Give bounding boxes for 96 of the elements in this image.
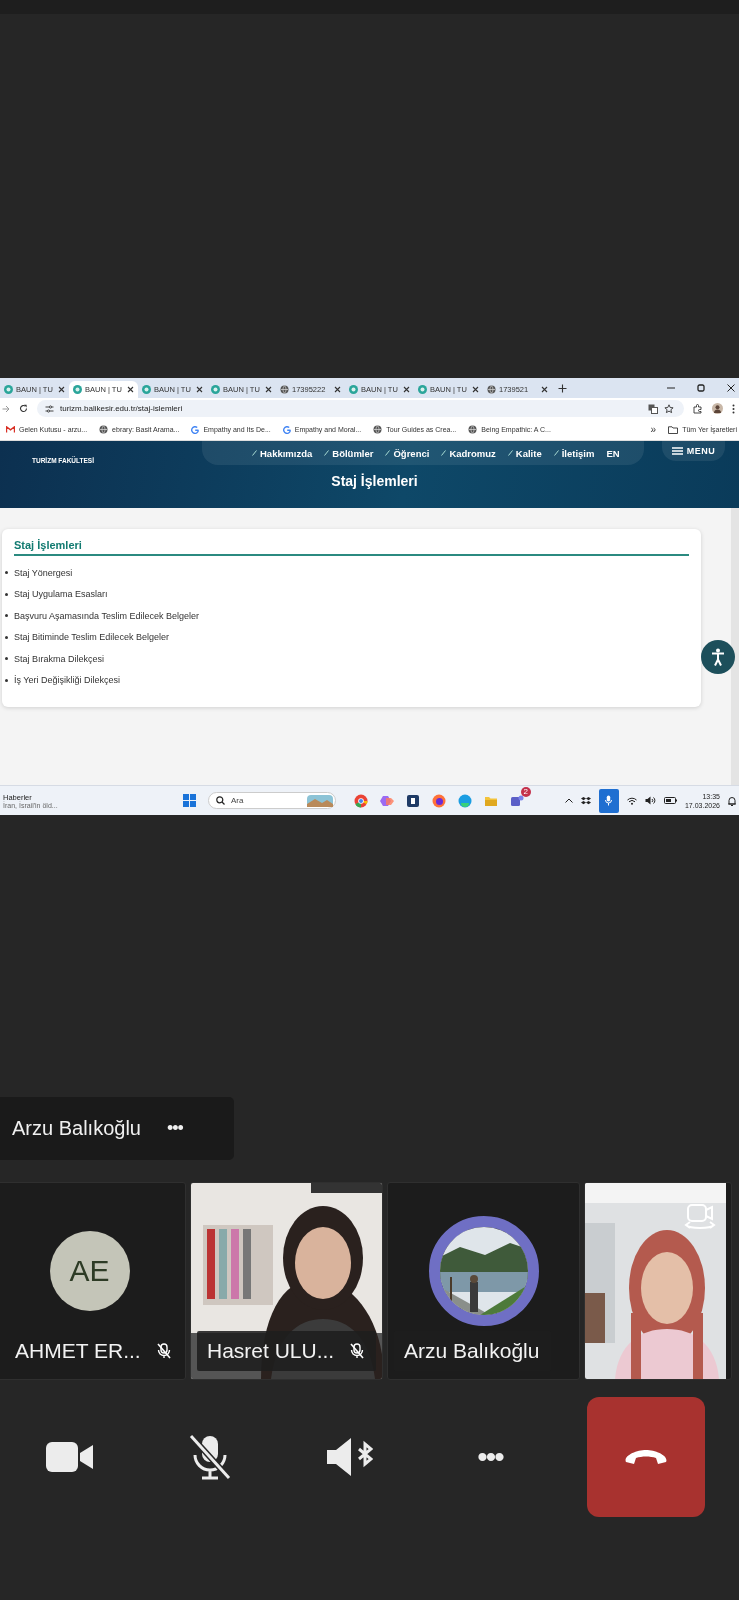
close-icon[interactable]: [265, 386, 272, 393]
slash-icon: [252, 450, 257, 456]
bullet-icon: [5, 635, 8, 639]
close-icon[interactable]: [196, 386, 203, 393]
copilot-icon[interactable]: [380, 793, 394, 808]
document-link[interactable]: Başvuru Aşamasında Teslim Edilecek Belgeler: [14, 610, 199, 621]
document-link[interactable]: Staj Yönergesi: [14, 567, 73, 578]
site-icon: [142, 385, 151, 394]
microphone-icon: [605, 795, 613, 806]
minimize-icon[interactable]: [667, 384, 675, 392]
wifi-icon[interactable]: [626, 796, 637, 805]
globe-icon: [280, 385, 289, 394]
landscape-icon: [307, 794, 333, 807]
profile-avatar-icon[interactable]: [712, 403, 723, 414]
translate-icon[interactable]: [648, 403, 658, 414]
extensions-icon[interactable]: [693, 403, 703, 414]
globe-icon: [373, 425, 383, 434]
plus-icon[interactable]: [558, 383, 567, 393]
menu-icon: [671, 447, 683, 455]
close-icon[interactable]: [127, 386, 134, 393]
firefox-icon[interactable]: [432, 793, 446, 808]
speaker-bluetooth-icon: [327, 1437, 373, 1477]
nav-link[interactable]: Kadromuz: [441, 447, 496, 459]
document-link[interactable]: İş Yeri Değişikliği Dilekçesi: [14, 675, 121, 686]
star-icon[interactable]: [664, 403, 674, 414]
close-icon[interactable]: [58, 386, 65, 393]
globe-icon: [468, 425, 478, 434]
b-app-icon[interactable]: [406, 793, 420, 808]
dropbox-icon[interactable]: [580, 795, 591, 806]
document-link[interactable]: Staj Bitiminde Teslim Edilecek Belgeler: [14, 632, 169, 643]
nav-link[interactable]: Bölümler: [324, 447, 374, 459]
nav-link[interactable]: Öğrenci: [385, 447, 430, 459]
more-options-button[interactable]: •••: [166, 1118, 183, 1139]
globe-icon: [487, 385, 496, 394]
reload-icon[interactable]: [19, 404, 28, 413]
url-text: turizm.balikesir.edu.tr/staj-islemleri: [60, 404, 183, 413]
section-title: Staj İşlemleri: [14, 539, 689, 556]
bell-icon[interactable]: [728, 795, 736, 806]
slash-icon: [385, 450, 391, 456]
forward-icon[interactable]: [2, 404, 10, 413]
globe-icon: [99, 425, 109, 434]
site-icon: [349, 385, 358, 394]
site-icon: [4, 385, 13, 394]
windows-icon[interactable]: [183, 794, 196, 807]
bullet-icon: [5, 678, 8, 682]
participant-name: Arzu Balıkoğlu: [404, 1339, 540, 1363]
close-icon[interactable]: [403, 386, 410, 393]
initials-avatar: AE: [49, 1231, 130, 1311]
chrome-icon[interactable]: [354, 793, 368, 808]
document-link[interactable]: Staj Uygulama Esasları: [14, 589, 108, 600]
restore-icon[interactable]: [697, 384, 705, 392]
close-icon[interactable]: [334, 386, 341, 393]
document-link[interactable]: Staj Bırakma Dilekçesi: [14, 653, 105, 664]
chevron-up-icon[interactable]: [564, 798, 573, 803]
phone-icon: [624, 1448, 668, 1466]
page-title: Staj İşlemleri: [330, 473, 419, 489]
nav-link[interactable]: İletişim: [553, 447, 595, 459]
battery-icon[interactable]: [663, 797, 677, 804]
more-button[interactable]: •••: [420, 1397, 560, 1517]
slash-icon: [507, 450, 513, 456]
more-bookmarks[interactable]: »: [650, 424, 657, 435]
teams-icon[interactable]: [510, 793, 524, 808]
volume-icon[interactable]: [644, 796, 656, 805]
participant-name: AHMET ER...: [15, 1339, 141, 1363]
notification-badge: 2: [520, 786, 531, 797]
close-icon[interactable]: [472, 386, 479, 393]
search-icon: [216, 796, 225, 805]
bullet-icon: [5, 571, 8, 575]
camera-icon: [46, 1441, 94, 1473]
slash-icon: [441, 450, 447, 456]
bullet-icon: [5, 657, 8, 661]
site-icon: [418, 385, 427, 394]
site-icon: [211, 385, 220, 394]
more-vertical-icon[interactable]: [732, 403, 735, 414]
site-settings-icon[interactable]: [45, 404, 54, 413]
slash-icon: [553, 450, 559, 456]
slash-icon: [324, 450, 330, 456]
accessibility-button[interactable]: [701, 640, 735, 674]
search-field[interactable]: Ara: [208, 792, 336, 809]
mail-icon: [6, 426, 15, 433]
google-icon: [191, 425, 200, 434]
presenter-name: Arzu Balıkoğlu: [12, 1117, 141, 1140]
bullet-icon: [5, 592, 8, 596]
close-icon[interactable]: [727, 384, 735, 392]
site-icon: [73, 385, 82, 394]
folder-icon: [668, 425, 679, 434]
close-icon[interactable]: [541, 386, 548, 393]
hang-up-button[interactable]: [587, 1397, 705, 1517]
participant-name: Hasret ULU...: [207, 1339, 335, 1363]
edge-icon[interactable]: [458, 793, 472, 808]
nav-link[interactable]: Kalite: [507, 447, 542, 459]
nav-link[interactable]: Hakkımızda: [252, 447, 313, 459]
address-bar[interactable]: turizm.balikesir.edu.tr/staj-islemleri: [37, 400, 684, 417]
bullet-icon: [5, 614, 8, 618]
google-icon: [282, 425, 291, 434]
language-link[interactable]: EN: [606, 447, 620, 459]
